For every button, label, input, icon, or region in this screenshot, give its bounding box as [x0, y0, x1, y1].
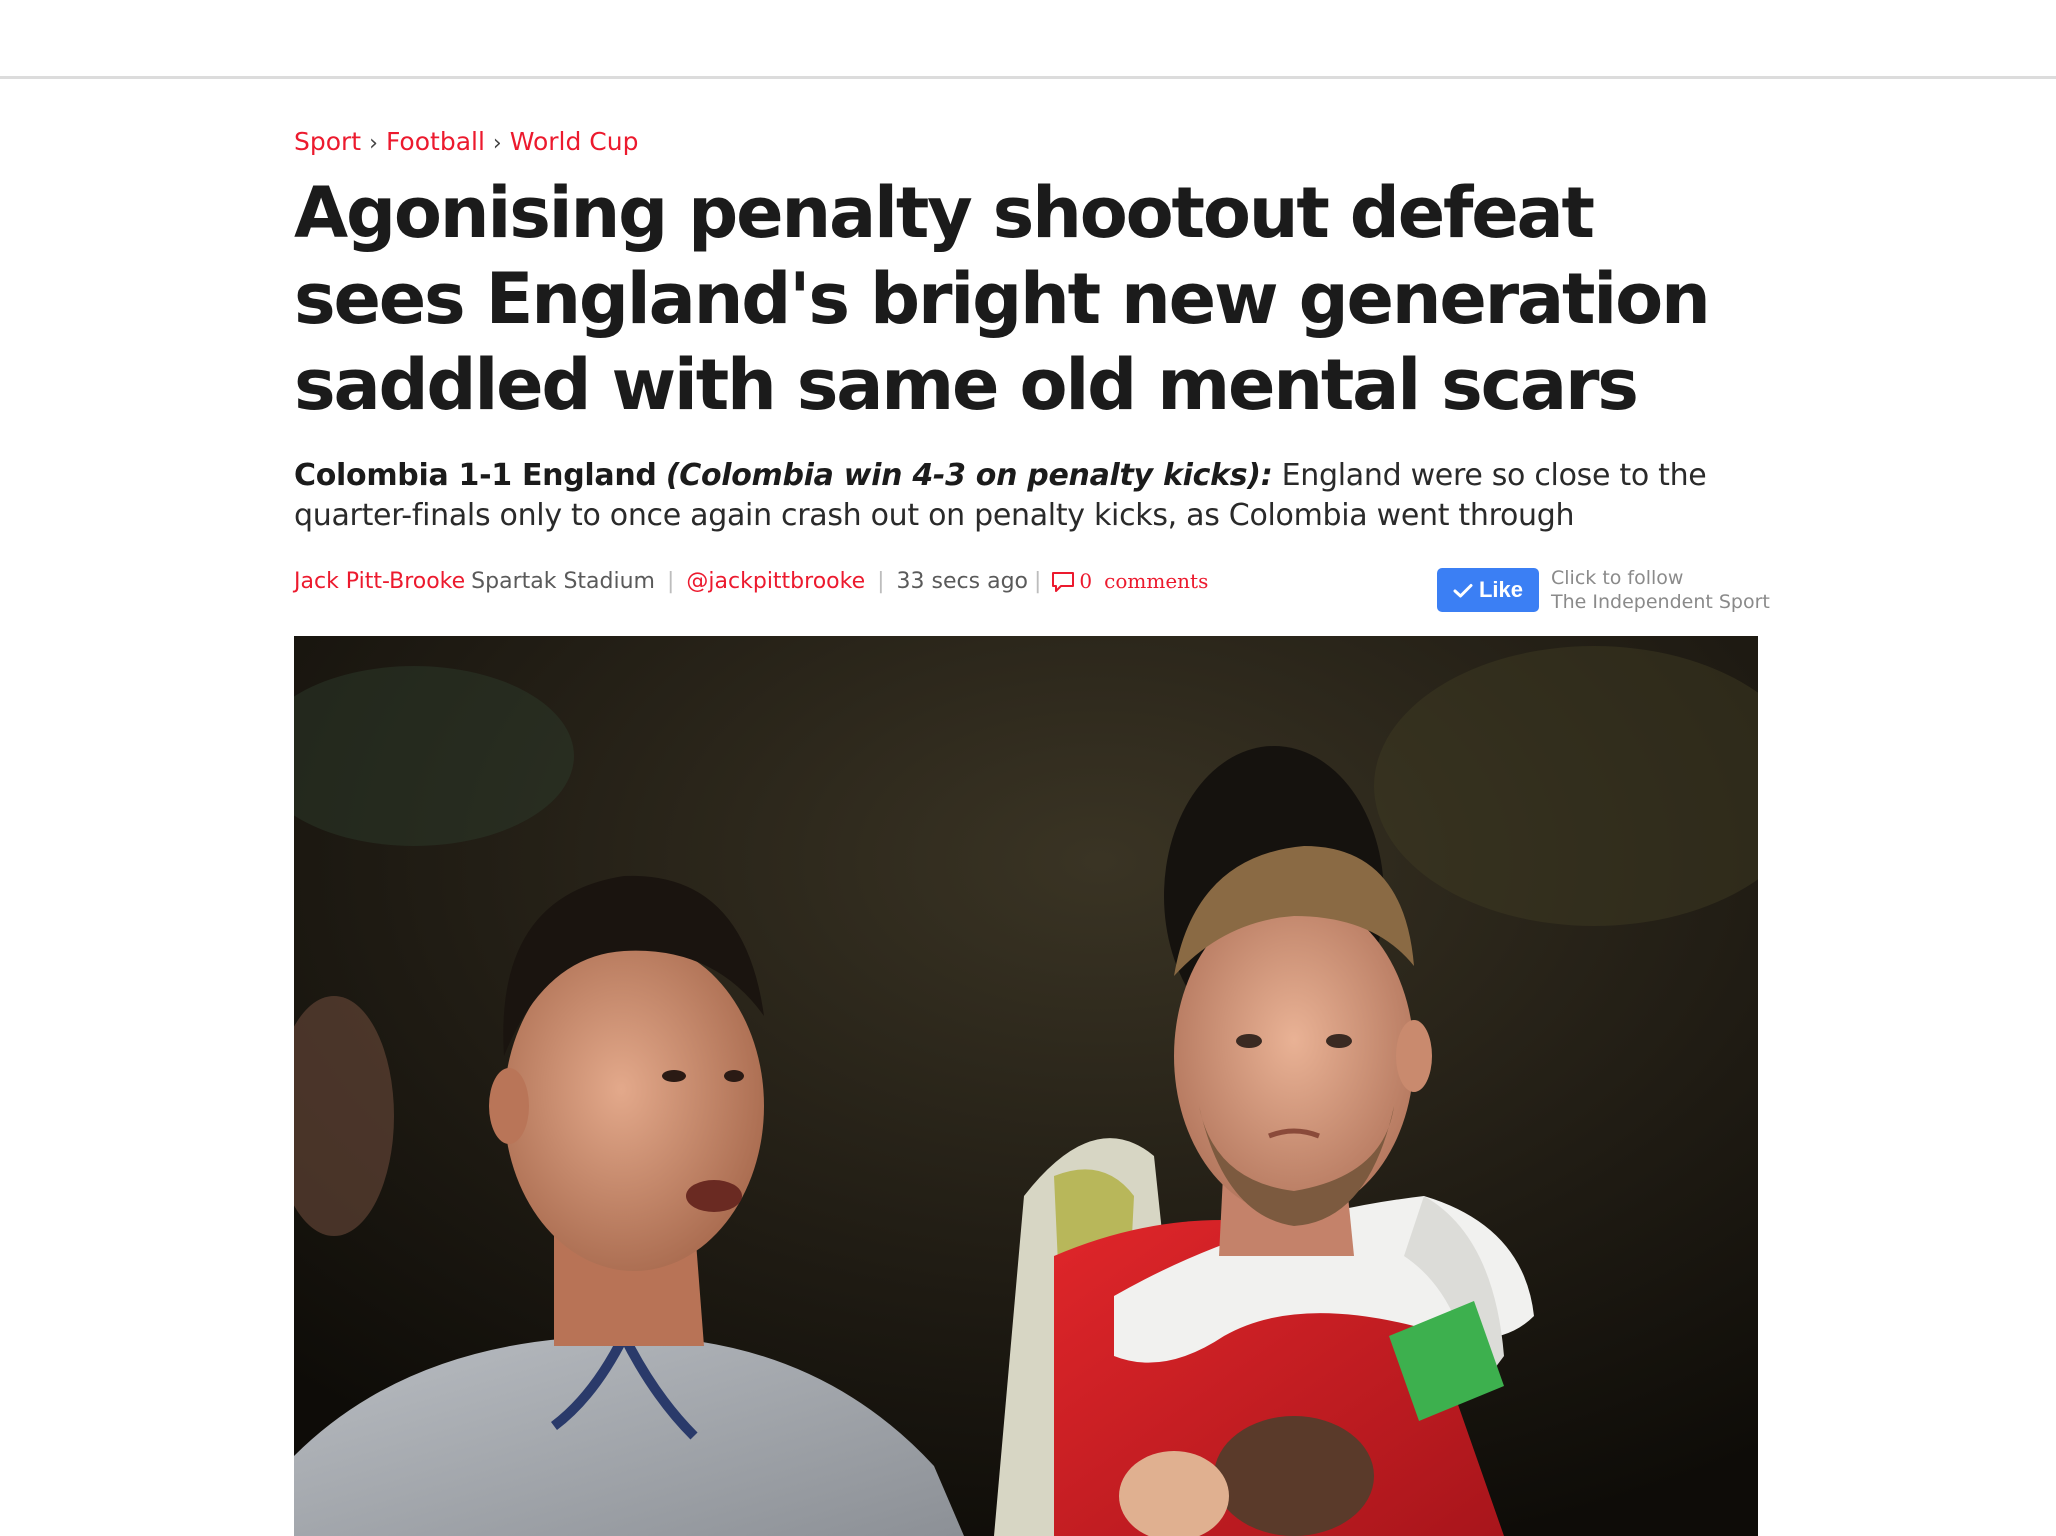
- follow-line-2: The Independent Sport: [1551, 591, 1770, 613]
- comment-count: 0: [1079, 569, 1093, 593]
- article-header: Sport › Football › World Cup Agonising penal…: [294, 124, 1770, 624]
- follow-text: Click to follow The Independent Sport: [1551, 566, 1770, 614]
- comments-link[interactable]: 0 comments: [1051, 566, 1208, 601]
- like-label: Like: [1478, 577, 1524, 602]
- byline-divider: |: [667, 569, 675, 594]
- breadcrumb-sport[interactable]: Sport: [294, 127, 361, 156]
- breadcrumb-football[interactable]: Football: [386, 127, 485, 156]
- site-header: [0, 0, 2056, 79]
- article-standfirst: Colombia 1-1 England (Colombia win 4-3 o…: [294, 456, 1764, 536]
- like-button[interactable]: Like: [1437, 568, 1539, 612]
- hero-image[interactable]: [294, 636, 1758, 1536]
- follow-widget: Like Click to follow The Independent Spo…: [1437, 564, 1770, 616]
- article-headline: Agonising penalty shootout defeat sees E…: [294, 172, 1711, 426]
- match-score: Colombia 1-1 England: [294, 458, 657, 493]
- check-icon: [1453, 570, 1473, 614]
- comments-label: comments: [1104, 569, 1209, 593]
- publish-time: 33 secs ago: [896, 569, 1028, 594]
- author-link[interactable]: Jack Pitt-Brooke: [294, 569, 465, 594]
- standfirst-colon: :: [1260, 458, 1273, 493]
- byline: Jack Pitt-Brooke Spartak Stadium | @jackpit…: [294, 566, 1208, 601]
- penalty-result: (Colombia win 4-3 on penalty kicks): [665, 458, 1261, 493]
- follow-line-1: Click to follow: [1551, 567, 1684, 589]
- byline-divider: |: [1034, 569, 1042, 594]
- comment-icon: [1051, 571, 1075, 601]
- photo-england-players: [294, 636, 1758, 1536]
- breadcrumb-separator: ›: [492, 131, 502, 156]
- byline-location: Spartak Stadium: [471, 569, 655, 594]
- breadcrumb-separator: ›: [369, 131, 378, 156]
- byline-divider: |: [877, 569, 885, 594]
- twitter-handle-link[interactable]: @jackpittbrooke: [686, 569, 865, 594]
- breadcrumb: Sport › Football › World Cup: [294, 124, 1758, 162]
- article-meta: Jack Pitt-Brooke Spartak Stadium | @jackpit…: [294, 564, 1770, 624]
- breadcrumb-world-cup[interactable]: World Cup: [510, 127, 639, 156]
